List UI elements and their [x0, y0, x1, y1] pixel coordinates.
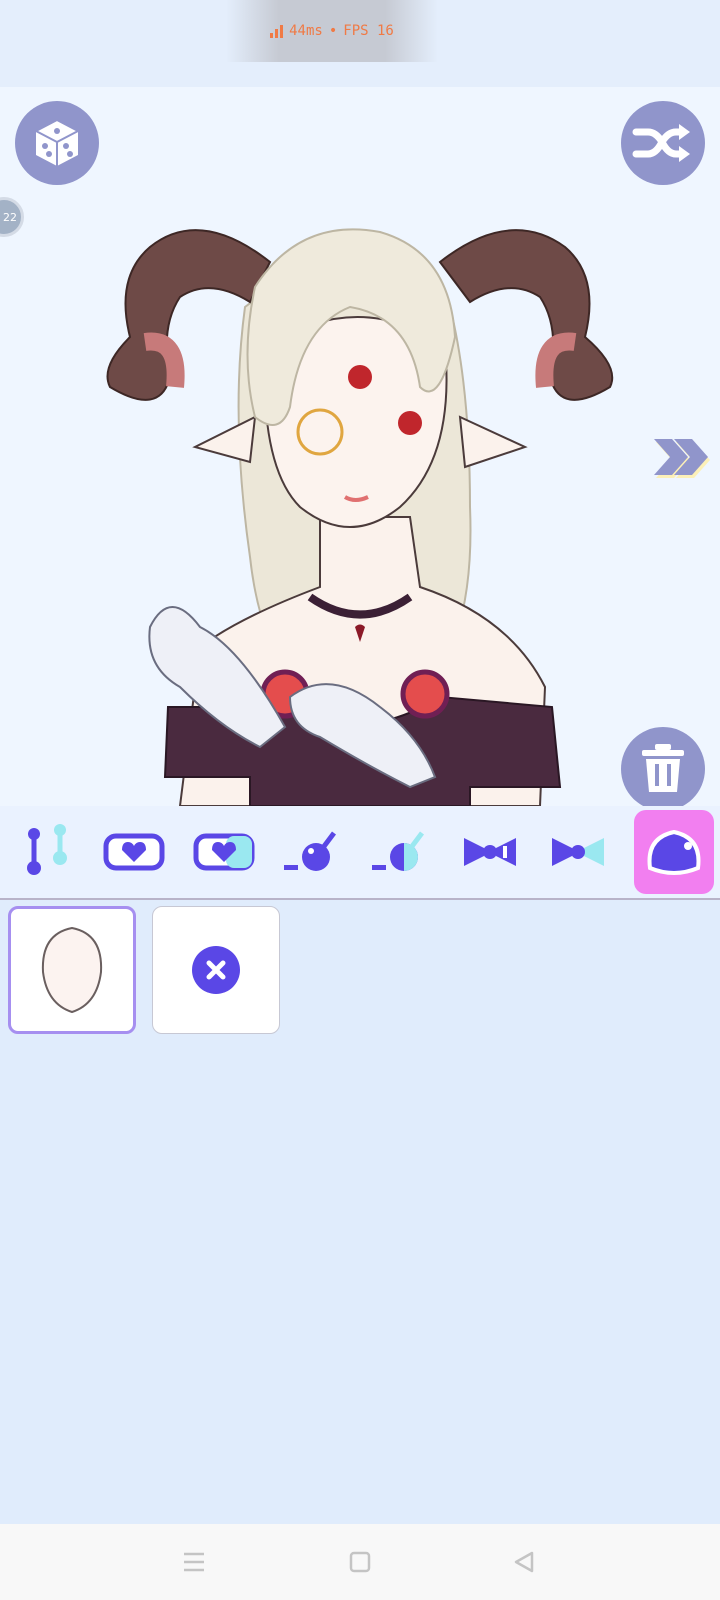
system-nav-bar — [0, 1524, 720, 1600]
home-icon — [349, 1551, 371, 1573]
tab-accessory-pin[interactable] — [8, 810, 88, 894]
double-chevron-right-icon — [654, 439, 710, 478]
blob-icon — [647, 829, 701, 875]
remove-icon — [192, 946, 240, 994]
fps-indicator: 44ms • FPS 16 — [226, 0, 438, 62]
fps-text: FPS 16 — [343, 23, 394, 39]
accessory-pin-icon — [27, 824, 67, 875]
back-nav-button[interactable] — [508, 1546, 540, 1578]
ball-stick-alt-icon — [372, 831, 424, 871]
tab-heart-badge[interactable] — [94, 810, 174, 894]
character-portrait — [106, 228, 614, 806]
bow-alt-icon — [552, 838, 604, 866]
home-nav-button[interactable] — [344, 1546, 376, 1578]
face-shape-icon — [41, 926, 103, 1014]
character-canvas[interactable]: 22 — [0, 87, 720, 806]
tab-bow[interactable] — [450, 810, 530, 894]
item-remove[interactable] — [152, 906, 280, 1034]
tab-ball-stick[interactable] — [272, 810, 352, 894]
ping-text: 44ms — [289, 23, 323, 39]
bow-icon — [464, 838, 516, 866]
ball-stick-icon — [284, 831, 336, 871]
trash-icon — [642, 744, 684, 792]
tab-bow-alt[interactable] — [538, 810, 618, 894]
menu-icon — [184, 1552, 204, 1572]
separator: • — [328, 23, 338, 39]
signal-icon — [270, 24, 284, 38]
heart-badge-alt-icon — [193, 833, 255, 871]
dice-icon — [33, 118, 81, 166]
tab-ball-stick-alt[interactable] — [360, 810, 440, 894]
item-face-shape[interactable] — [8, 906, 136, 1034]
tab-blob[interactable] — [634, 810, 714, 894]
heart-badge-icon — [103, 833, 165, 871]
tab-heart-badge-alt[interactable] — [184, 810, 264, 894]
back-icon — [514, 1551, 534, 1573]
status-bar: 44ms • FPS 16 — [0, 0, 720, 87]
shuffle-button[interactable] — [621, 101, 705, 185]
random-button[interactable] — [15, 101, 99, 185]
delete-button[interactable] — [621, 727, 705, 806]
menu-nav-button[interactable] — [178, 1546, 210, 1578]
shuffle-icon — [632, 124, 690, 162]
category-bar — [0, 806, 720, 900]
next-button[interactable] — [650, 435, 710, 483]
